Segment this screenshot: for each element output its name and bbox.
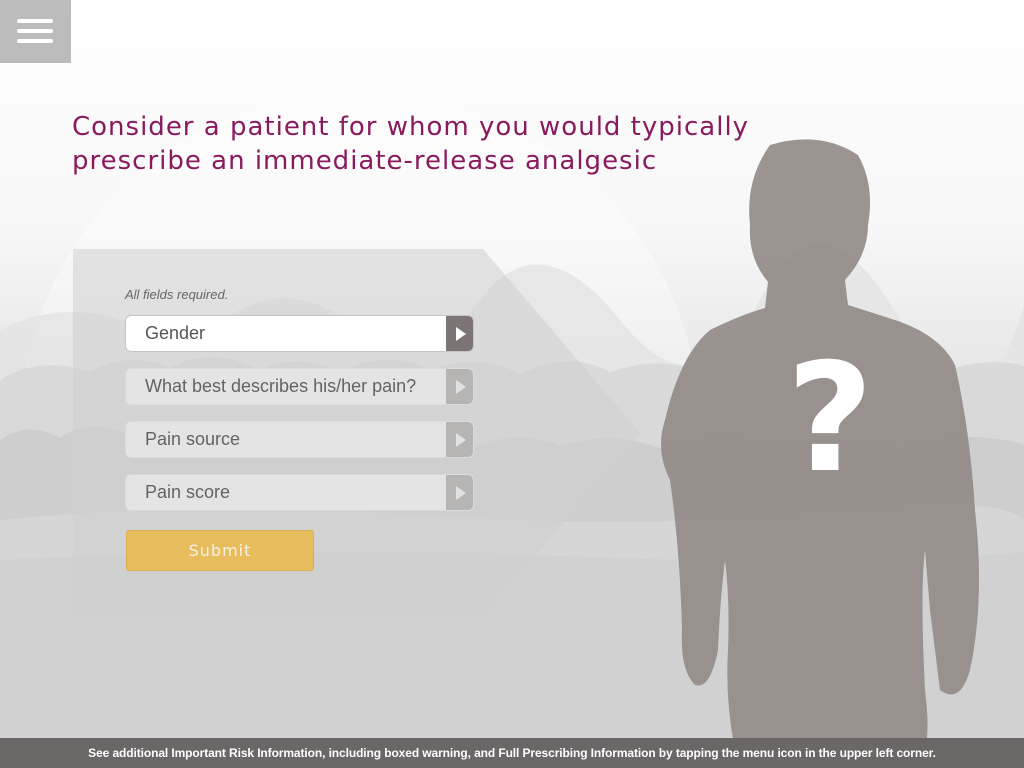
play-arrow-icon (456, 327, 466, 341)
play-arrow-icon (456, 433, 466, 447)
page-title: Consider a patient for whom you would ty… (72, 110, 772, 178)
question-mark-icon: ? (786, 332, 873, 506)
required-fields-note: All fields required. (125, 287, 229, 302)
play-arrow-icon (456, 380, 466, 394)
pain-source-select-label: Pain source (145, 429, 241, 449)
menu-button[interactable] (0, 0, 71, 63)
pain-description-select[interactable]: What best describes his/her pain? (125, 368, 474, 405)
gender-select-arrow[interactable] (446, 316, 473, 351)
gender-select-label: Gender (145, 323, 206, 343)
footer-bar: See additional Important Risk Informatio… (0, 738, 1024, 768)
page-title-line-2: prescribe an immediate-release analgesic (72, 146, 658, 176)
pain-description-select-arrow[interactable] (446, 369, 473, 404)
play-arrow-icon (456, 486, 466, 500)
gender-select[interactable]: Gender (125, 315, 474, 352)
pain-source-select[interactable]: Pain source (125, 421, 474, 458)
footer-risk-info-text: See additional Important Risk Informatio… (88, 746, 936, 760)
submit-button[interactable]: Submit (126, 530, 314, 571)
page-title-line-1: Consider a patient for whom you would ty… (72, 112, 750, 142)
pain-score-select[interactable]: Pain score (125, 474, 474, 511)
patient-silhouette: ? (661, 139, 979, 750)
pain-score-select-arrow[interactable] (446, 475, 473, 510)
pain-score-select-label: Pain score (145, 482, 231, 502)
pain-source-select-arrow[interactable] (446, 422, 473, 457)
pain-description-select-label: What best describes his/her pain? (145, 376, 417, 396)
